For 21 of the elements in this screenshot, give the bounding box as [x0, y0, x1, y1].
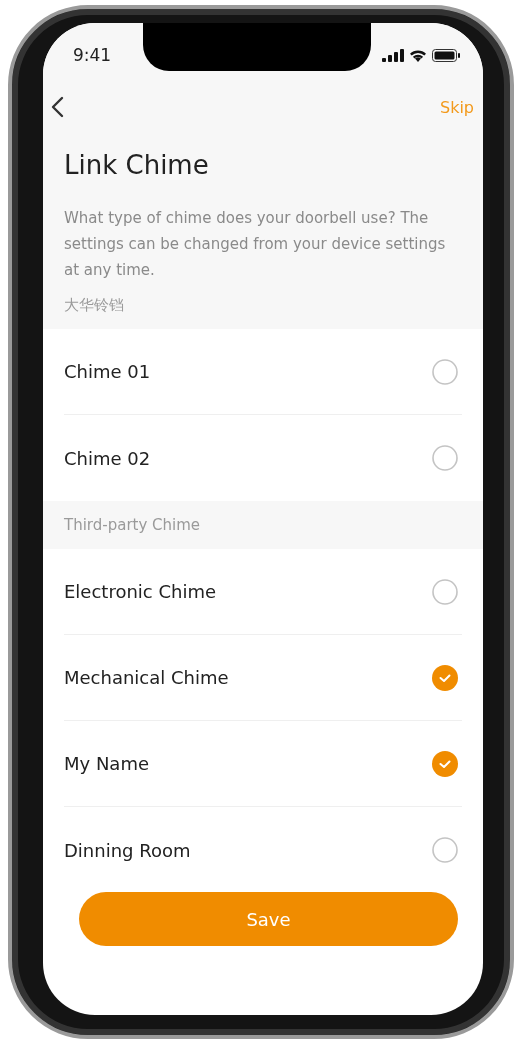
section-header: Third-party Chime	[64, 516, 201, 534]
page-title: Link Chime	[64, 149, 210, 182]
description-text: What type of chime does your doorbell use? The settings can be changed from your device settings at any time.	[64, 208, 447, 281]
option-label: Chime 01	[64, 361, 151, 382]
section-header: 大华铃铛	[64, 295, 124, 316]
battery-icon	[432, 48, 460, 62]
wifi-icon	[409, 48, 427, 62]
chime-option[interactable]: Chime 01	[64, 329, 462, 415]
option-label: Mechanical Chime	[64, 667, 229, 688]
status-time: 9:41	[73, 45, 112, 65]
signal-icon	[382, 48, 404, 62]
chime-option[interactable]: Dinning Room	[64, 807, 462, 893]
back-icon[interactable]	[50, 96, 64, 118]
chime-option[interactable]: Mechanical Chime	[64, 635, 462, 721]
chime-option[interactable]: Chime 02	[64, 415, 462, 501]
chime-option[interactable]: Electronic Chime	[64, 549, 462, 635]
option-label: Chime 02	[64, 447, 151, 469]
option-label: My Name	[64, 753, 149, 774]
option-label: Dinning Room	[64, 839, 191, 861]
chime-option[interactable]: My Name	[64, 721, 462, 807]
option-label: Electronic Chime	[64, 581, 217, 602]
